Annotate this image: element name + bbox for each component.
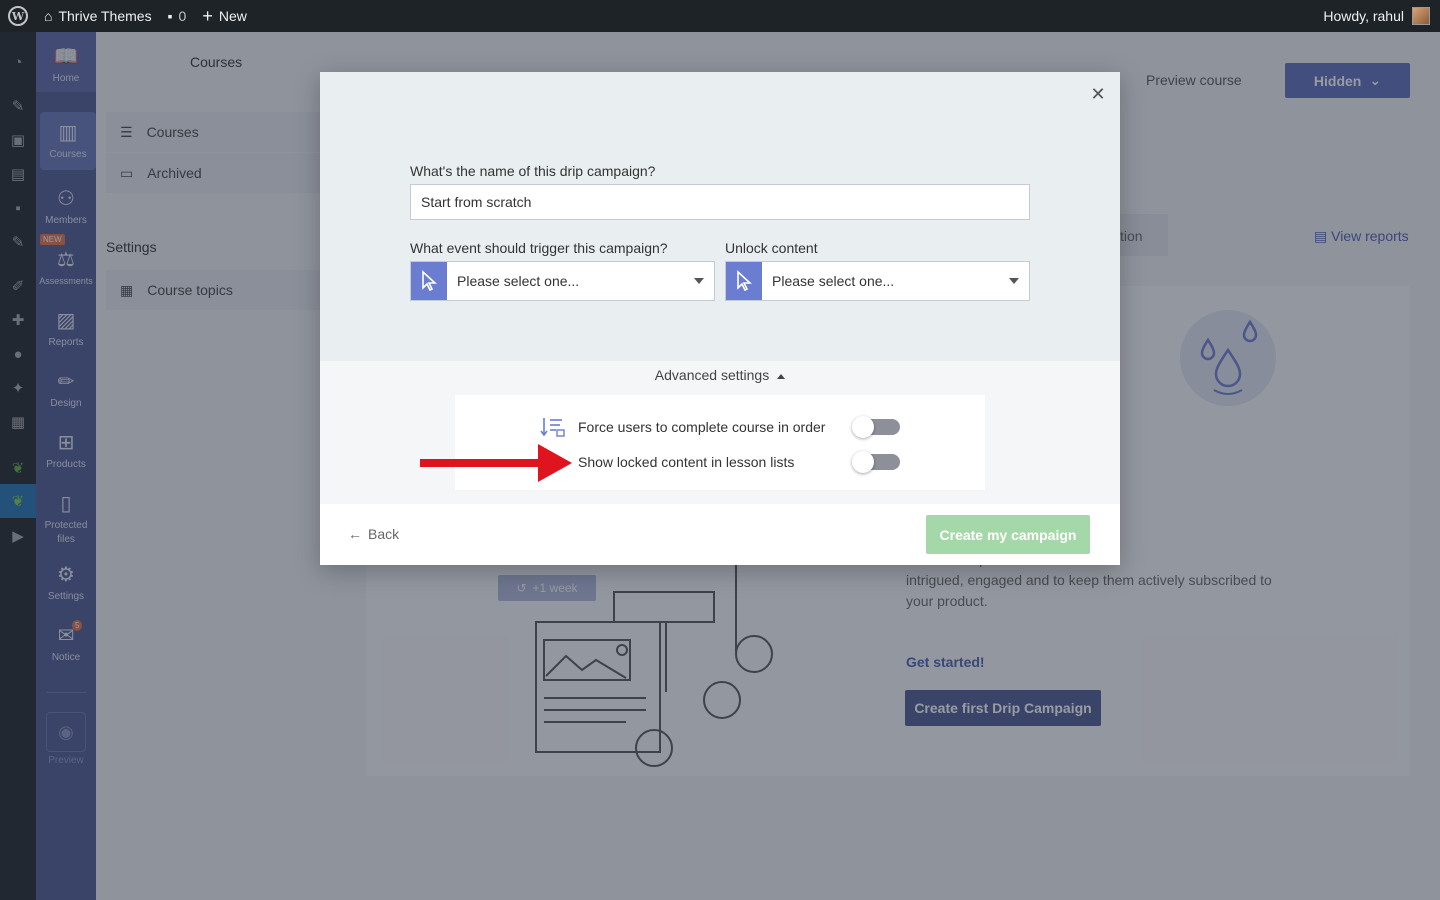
caret-down-icon <box>999 278 1029 284</box>
wp-admin-bar: W ⌂ Thrive Themes ▪ 0 + New Howdy, rahul <box>0 0 1440 32</box>
comments-count: 0 <box>178 8 187 24</box>
option-force-order: Force users to complete course in order <box>455 415 985 439</box>
site-name: Thrive Themes <box>58 8 152 24</box>
annotation-arrow-icon <box>420 444 572 482</box>
trigger-select-value: Please select one... <box>457 273 580 289</box>
wordpress-icon: W <box>8 6 28 26</box>
home-icon: ⌂ <box>44 8 53 24</box>
unlock-select-value: Please select one... <box>772 273 895 289</box>
create-campaign-button[interactable]: Create my campaign <box>926 515 1090 554</box>
advanced-settings-toggle[interactable]: Advanced settings <box>320 367 1120 383</box>
arrow-left-icon: ← <box>348 526 362 542</box>
back-button[interactable]: ← Back <box>348 526 399 542</box>
back-label: Back <box>368 526 400 542</box>
trigger-label: What event should trigger this campaign? <box>410 240 668 256</box>
sort-order-icon <box>539 415 567 439</box>
campaign-name-input[interactable] <box>410 184 1030 220</box>
unlock-select[interactable]: Please select one... <box>725 261 1030 301</box>
unlock-label: Unlock content <box>725 240 818 256</box>
cursor-icon <box>411 262 447 300</box>
option-show-locked-label: Show locked content in lesson lists <box>578 454 795 470</box>
howdy-text: Howdy, rahul <box>1323 8 1404 24</box>
close-icon: ✕ <box>1090 83 1106 104</box>
option-force-order-label: Force users to complete course in order <box>578 419 826 435</box>
caret-up-icon <box>777 373 786 379</box>
comments-link[interactable]: ▪ 0 <box>160 0 195 32</box>
caret-down-icon <box>684 278 714 284</box>
avatar <box>1412 7 1430 25</box>
campaign-name-label: What's the name of this drip campaign? <box>410 163 656 179</box>
site-name-link[interactable]: ⌂ Thrive Themes <box>36 0 160 32</box>
new-content-link[interactable]: + New <box>194 0 255 32</box>
toggle-knob <box>852 451 874 473</box>
force-order-toggle[interactable] <box>852 416 900 438</box>
show-locked-toggle[interactable] <box>852 451 900 473</box>
wp-logo-button[interactable]: W <box>0 0 36 32</box>
advanced-settings-label: Advanced settings <box>654 367 770 383</box>
modal-footer: ← Back Create my campaign <box>320 504 1120 565</box>
trigger-select[interactable]: Please select one... <box>410 261 715 301</box>
comment-icon: ▪ <box>167 8 173 24</box>
plus-icon: + <box>202 5 213 26</box>
my-account-link[interactable]: Howdy, rahul <box>1323 7 1440 25</box>
cursor-icon <box>726 262 762 300</box>
close-button[interactable]: ✕ <box>1088 84 1108 104</box>
drip-campaign-modal: ✕ What's the name of this drip campaign?… <box>320 72 1120 565</box>
new-label: New <box>218 8 247 24</box>
toggle-knob <box>852 416 874 438</box>
